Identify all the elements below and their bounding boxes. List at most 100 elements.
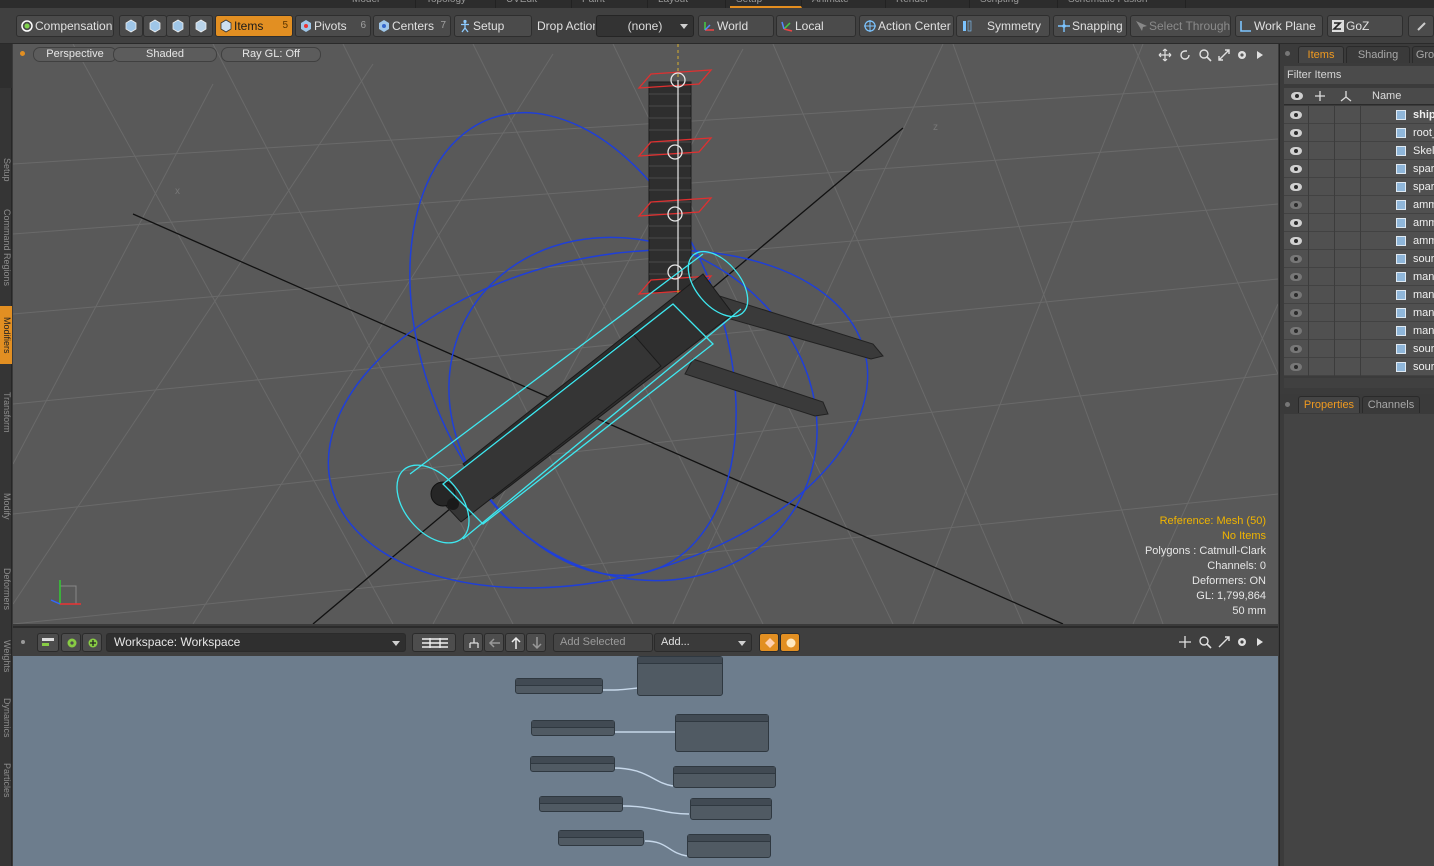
visibility-eye-icon[interactable] [1290, 111, 1302, 119]
world-button[interactable]: World [698, 15, 774, 37]
item-row[interactable]: shipCo [1284, 106, 1434, 124]
left-tab[interactable]: Deformers [0, 554, 12, 624]
left-tab-active[interactable]: Modifiers [0, 306, 12, 364]
schematic-node[interactable] [531, 720, 615, 736]
item-row[interactable]: sourc [1284, 250, 1434, 268]
setup-button[interactable]: Setup [454, 15, 532, 37]
action-center-button[interactable]: Action Center [859, 15, 954, 37]
visibility-eye-icon[interactable] [1290, 291, 1302, 299]
work-plane-button[interactable]: Work Plane [1235, 15, 1323, 37]
schematic-node[interactable] [687, 834, 771, 858]
left-tab[interactable]: Weights [0, 626, 12, 686]
mode-tab[interactable]: Schematic Fusion [1062, 0, 1186, 8]
mode-tab[interactable]: Animate [806, 0, 886, 8]
tab-properties[interactable]: Properties [1298, 396, 1360, 413]
items-mode-button[interactable]: Items 5 [215, 15, 293, 37]
visibility-eye-icon[interactable] [1290, 201, 1302, 209]
visibility-eye-icon[interactable] [1290, 255, 1302, 263]
schematic-node[interactable] [515, 678, 603, 694]
zoom-icon[interactable] [1198, 48, 1212, 62]
lock-column-icon[interactable] [1314, 90, 1326, 102]
item-row[interactable]: sourc [1284, 340, 1434, 358]
visibility-eye-icon[interactable] [1290, 165, 1302, 173]
schematic-node[interactable] [530, 756, 615, 772]
item-row[interactable]: sourc [1284, 358, 1434, 376]
goz-button[interactable]: GoZ [1327, 15, 1403, 37]
visibility-eye-icon[interactable] [1290, 309, 1302, 317]
schematic-node[interactable] [690, 798, 772, 820]
left-tab[interactable]: Modify [0, 460, 12, 552]
name-column-header[interactable]: Name [1372, 90, 1401, 102]
chevron-right-icon[interactable] [1253, 48, 1267, 62]
maximize-icon[interactable] [1217, 48, 1231, 62]
select-through-button[interactable]: Select Through [1130, 15, 1231, 37]
drop-action-select[interactable]: (none) [596, 15, 694, 37]
shading-mode-button[interactable]: Shaded [113, 47, 217, 62]
item-row[interactable]: Skele [1284, 142, 1434, 160]
tab-items[interactable]: Items [1298, 46, 1344, 63]
list-scrollbar[interactable] [1284, 378, 1434, 388]
mode-tab[interactable]: Scripting [974, 0, 1058, 8]
schematic-node[interactable] [558, 830, 644, 846]
item-row[interactable]: mane [1284, 322, 1434, 340]
item-row[interactable]: spar_ [1284, 178, 1434, 196]
tab-channels[interactable]: Channels [1362, 396, 1420, 413]
schematic-node[interactable] [539, 796, 623, 812]
mode-tab[interactable]: Render [890, 0, 970, 8]
select-materials-button[interactable] [189, 15, 213, 37]
item-row[interactable]: mane [1284, 304, 1434, 322]
mode-tab[interactable]: Model [346, 0, 416, 8]
left-tab[interactable]: Dynamics [0, 688, 12, 748]
left-tab[interactable]: Particles [0, 750, 12, 810]
ray-gl-button[interactable]: Ray GL: Off [221, 47, 321, 62]
view-mode-button[interactable]: Perspective [33, 47, 117, 62]
filter-items-input[interactable]: Filter Items [1284, 66, 1434, 84]
mode-tab[interactable]: UVEdit [500, 0, 572, 8]
pan-icon[interactable] [1158, 48, 1172, 62]
item-row[interactable]: root_ [1284, 124, 1434, 142]
mode-tab-active[interactable]: Setup [730, 0, 802, 8]
compensation-button[interactable]: Compensation [16, 15, 114, 37]
visibility-eye-icon[interactable] [1290, 147, 1302, 155]
tool-overflow-button[interactable] [1408, 15, 1434, 37]
visibility-eye-icon[interactable] [1290, 363, 1302, 371]
tab-shading[interactable]: Shading [1346, 46, 1410, 63]
visibility-eye-icon[interactable] [1290, 273, 1302, 281]
visibility-eye-icon[interactable] [1290, 219, 1302, 227]
item-row[interactable]: ammo [1284, 232, 1434, 250]
schematic-node[interactable] [637, 656, 723, 696]
visibility-eye-icon[interactable] [1290, 345, 1302, 353]
schematic-node[interactable] [673, 766, 776, 788]
panel-menu-dot-icon[interactable] [1285, 402, 1290, 407]
tab-groups[interactable]: Gro [1412, 46, 1434, 63]
item-row[interactable]: ammo [1284, 214, 1434, 232]
select-polygons-button[interactable] [166, 15, 190, 37]
left-tab[interactable]: Transform [0, 366, 12, 458]
pivots-mode-button[interactable]: Pivots 6 [295, 15, 371, 37]
symmetry-button[interactable]: Symmetry [956, 15, 1050, 37]
3d-viewport[interactable]: z x Perspective Shaded Ray GL: Off Refer… [13, 44, 1278, 624]
left-tab[interactable]: Command Regions [0, 194, 12, 302]
schematic-view[interactable]: Workspace: Workspace Add Selected Add... [13, 626, 1278, 866]
gear-icon[interactable] [1235, 48, 1249, 62]
snapping-button[interactable]: Snapping [1053, 15, 1127, 37]
panel-menu-dot-icon[interactable] [1285, 51, 1290, 56]
reference-column-icon[interactable] [1340, 90, 1352, 102]
select-edges-button[interactable] [143, 15, 167, 37]
mode-tab[interactable]: Layout [652, 0, 726, 8]
mode-tab[interactable]: Paint [576, 0, 648, 8]
item-row[interactable]: mane [1284, 268, 1434, 286]
rotate-view-icon[interactable] [1178, 48, 1192, 62]
item-row[interactable]: ammo [1284, 196, 1434, 214]
schematic-node[interactable] [675, 714, 769, 752]
select-vertices-button[interactable] [119, 15, 143, 37]
item-row[interactable]: spar_ [1284, 160, 1434, 178]
visibility-column-icon[interactable] [1291, 92, 1303, 100]
viewport-menu-dot-icon[interactable] [20, 51, 25, 56]
visibility-eye-icon[interactable] [1290, 237, 1302, 245]
collapse-handle[interactable] [0, 44, 12, 88]
mode-tab[interactable]: Topology [420, 0, 496, 8]
visibility-eye-icon[interactable] [1290, 129, 1302, 137]
centers-mode-button[interactable]: Centers 7 [373, 15, 451, 37]
visibility-eye-icon[interactable] [1290, 183, 1302, 191]
